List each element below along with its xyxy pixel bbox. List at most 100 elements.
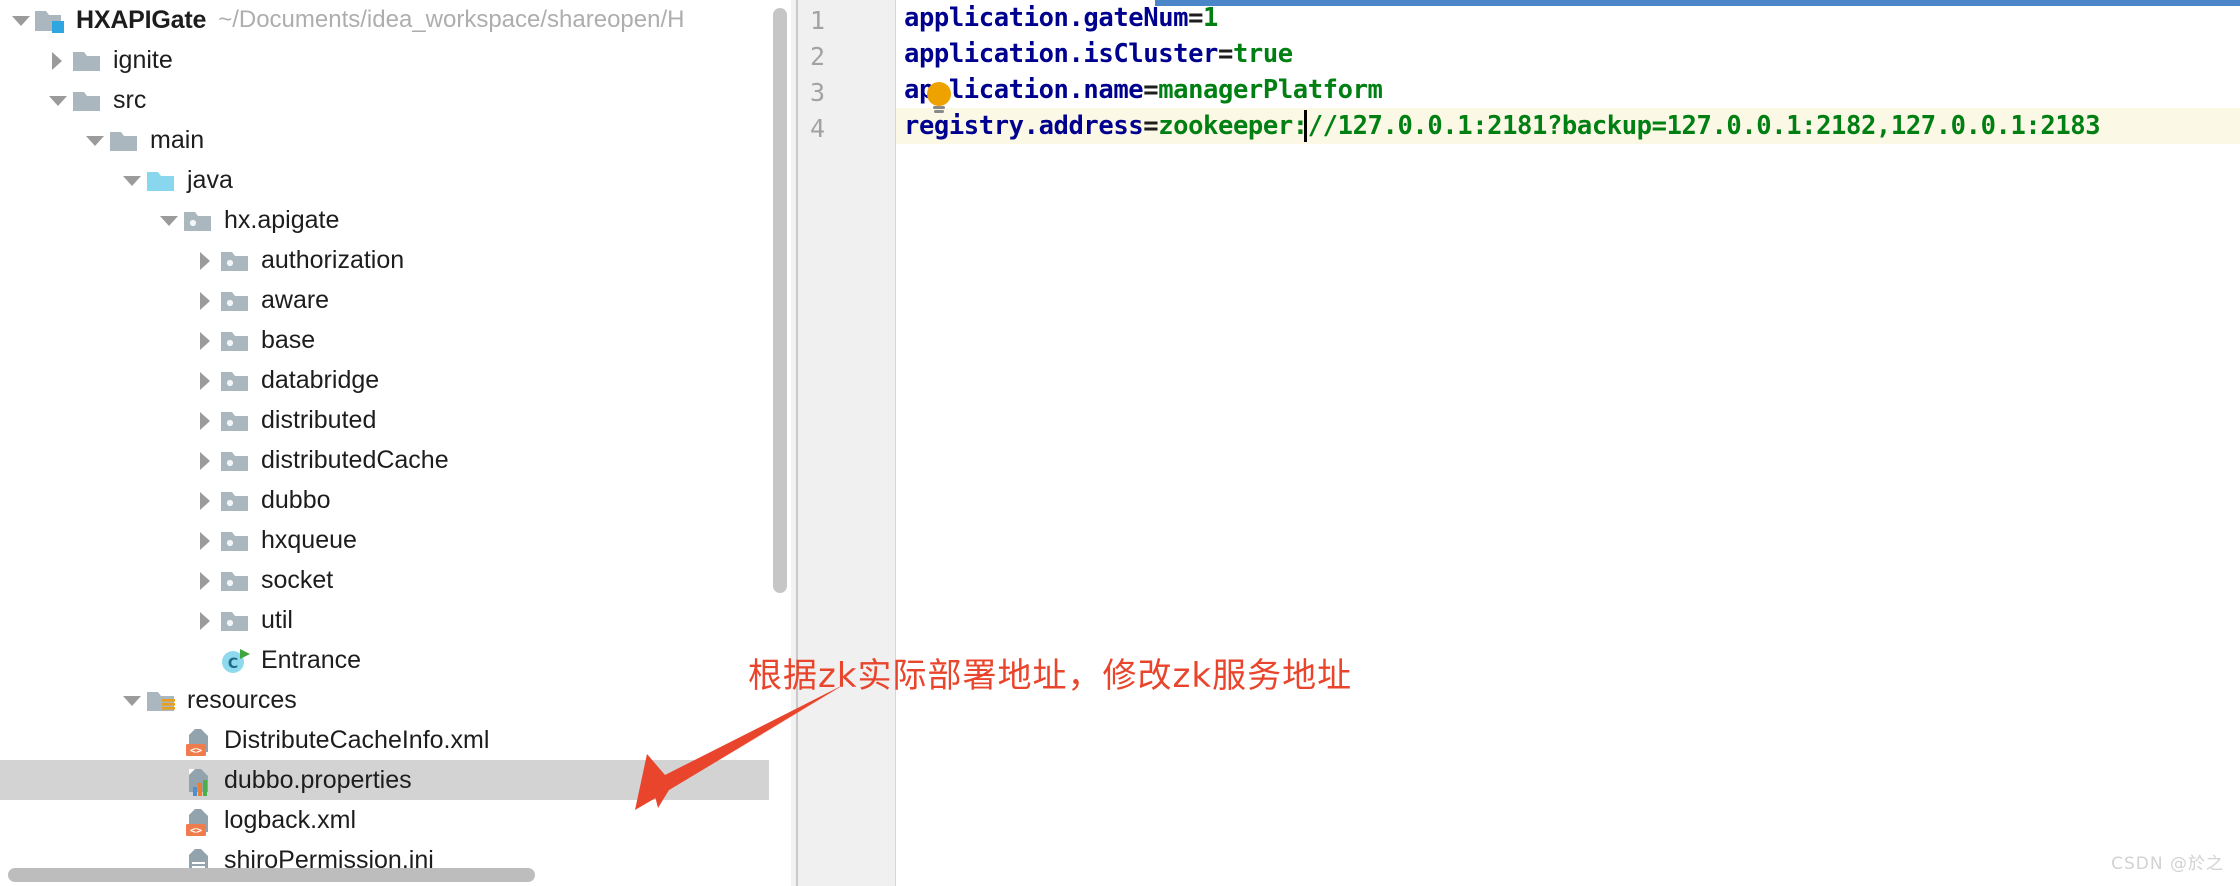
tree-item-aware[interactable]: aware <box>0 280 800 320</box>
line-number: 2 <box>810 42 826 71</box>
tree-item-databridge[interactable]: databridge <box>0 360 800 400</box>
tree-item-label: resources <box>187 685 297 714</box>
package-icon <box>219 363 253 397</box>
tree-item-distributed[interactable]: distributed <box>0 400 800 440</box>
tree-item-label: databridge <box>261 365 380 394</box>
intention-bulb-icon[interactable] <box>921 80 957 116</box>
tree-item-label: Entrance <box>261 645 362 674</box>
annotation-arrow-icon <box>595 680 855 810</box>
chevron-down-icon[interactable] <box>45 80 71 120</box>
chevron-right-icon[interactable] <box>193 320 219 360</box>
annotation-label: 根据zk实际部署地址，修改zk服务地址 <box>748 656 1353 696</box>
package-icon <box>219 563 253 597</box>
tree-item-distributedcache[interactable]: distributedCache <box>0 440 800 480</box>
tree-item-label: DistributeCacheInfo.xml <box>224 725 490 754</box>
package-icon <box>219 483 253 517</box>
property-separator: = <box>1143 111 1159 141</box>
tree-item-entrance[interactable]: C Entrance <box>0 640 800 680</box>
ide-window: HXAPIGate ~/Documents/idea_workspace/shar… <box>0 0 2240 886</box>
package-icon <box>182 203 216 237</box>
package-icon <box>219 243 253 277</box>
project-tree-vertical-scrollbar-thumb[interactable] <box>773 8 787 593</box>
java-class-runnable-icon: C <box>219 643 253 677</box>
line-number: 1 <box>810 6 826 35</box>
tree-item-util[interactable]: util <box>0 600 800 640</box>
watermark: CSDN @於之 <box>2111 854 2224 874</box>
tree-item-main[interactable]: main <box>0 120 800 160</box>
chevron-right-icon[interactable] <box>45 40 71 80</box>
tree-item-hxqueue[interactable]: hxqueue <box>0 520 800 560</box>
code-line[interactable]: application.name = managerPlatform <box>896 72 1383 108</box>
tree-item-base[interactable]: base <box>0 320 800 360</box>
chevron-down-icon[interactable] <box>119 680 145 720</box>
package-icon <box>219 403 253 437</box>
tree-item-label: aware <box>261 285 330 314</box>
tree-item-src[interactable]: src <box>0 80 800 120</box>
property-value: 1 <box>1203 3 1218 33</box>
package-icon <box>219 523 253 557</box>
tree-item-label: HXAPIGate <box>76 5 207 34</box>
chevron-right-icon[interactable] <box>193 560 219 600</box>
line-number: 3 <box>810 78 826 107</box>
package-icon <box>219 603 253 637</box>
tree-item-dubbo[interactable]: dubbo <box>0 480 800 520</box>
property-key: application.gateNum <box>904 3 1189 33</box>
tree-item-hx-apigate[interactable]: hx.apigate <box>0 200 800 240</box>
tree-item-label: dubbo.properties <box>224 765 412 794</box>
property-separator: = <box>1143 75 1159 105</box>
code-editor[interactable]: 1234 application.gateNum = 1 application.is… <box>798 0 2240 886</box>
chevron-right-icon[interactable] <box>193 440 219 480</box>
editor-top-marker <box>1155 0 2240 6</box>
tree-item-label: socket <box>261 565 334 594</box>
property-separator: = <box>1188 3 1204 33</box>
chevron-down-icon[interactable] <box>82 120 108 160</box>
tree-item-label: base <box>261 325 316 354</box>
tree-item-label: authorization <box>261 245 405 274</box>
package-icon <box>219 443 253 477</box>
tree-item-label: logback.xml <box>224 805 356 834</box>
tree-item-ignite[interactable]: ignite <box>0 40 800 80</box>
tree-item-label: distributed <box>261 405 377 434</box>
tree-item-authorization[interactable]: authorization <box>0 240 800 280</box>
tree-item-label: java <box>187 165 233 194</box>
folder-icon <box>108 123 142 157</box>
tree-item-label: ignite <box>113 45 173 74</box>
property-separator: = <box>1218 39 1233 69</box>
folder-icon <box>71 43 105 77</box>
chevron-down-icon[interactable] <box>119 160 145 200</box>
chevron-right-icon[interactable] <box>193 400 219 440</box>
package-icon <box>219 283 253 317</box>
folder-icon <box>71 83 105 117</box>
chevron-right-icon[interactable] <box>193 480 219 520</box>
tree-item-label: hxqueue <box>261 525 357 554</box>
property-value: true <box>1232 39 1293 69</box>
tree-item-label: dubbo <box>261 485 331 514</box>
line-number: 4 <box>810 114 826 143</box>
tree-item-label: distributedCache <box>261 445 449 474</box>
code-line[interactable]: registry.address = zookeeper://127.0.0.1:2… <box>896 108 2101 144</box>
tree-item-java[interactable]: java <box>0 160 800 200</box>
tree-item-label: util <box>261 605 293 634</box>
chevron-down-icon[interactable] <box>8 0 34 40</box>
tree-item-socket[interactable]: socket <box>0 560 800 600</box>
code-line[interactable]: application.isCluster = true <box>896 36 1293 72</box>
xml-file-icon: <> <box>182 803 216 837</box>
chevron-right-icon[interactable] <box>193 280 219 320</box>
project-module-icon <box>34 3 68 37</box>
chevron-down-icon[interactable] <box>156 200 182 240</box>
tree-item-label: src <box>113 85 147 114</box>
property-key: application.isCluster <box>904 39 1218 69</box>
chevron-right-icon[interactable] <box>193 600 219 640</box>
tree-item-hxapigate[interactable]: HXAPIGate ~/Documents/idea_workspace/shar… <box>0 0 800 40</box>
package-icon <box>219 323 253 357</box>
chevron-right-icon[interactable] <box>193 240 219 280</box>
tree-item-label: hx.apigate <box>224 205 340 234</box>
project-tree-horizontal-scrollbar-thumb[interactable] <box>8 868 535 882</box>
chevron-right-icon[interactable] <box>193 360 219 400</box>
chevron-right-icon[interactable] <box>193 520 219 560</box>
code-line[interactable]: application.gateNum = 1 <box>896 0 1218 36</box>
xml-file-icon: <> <box>182 723 216 757</box>
